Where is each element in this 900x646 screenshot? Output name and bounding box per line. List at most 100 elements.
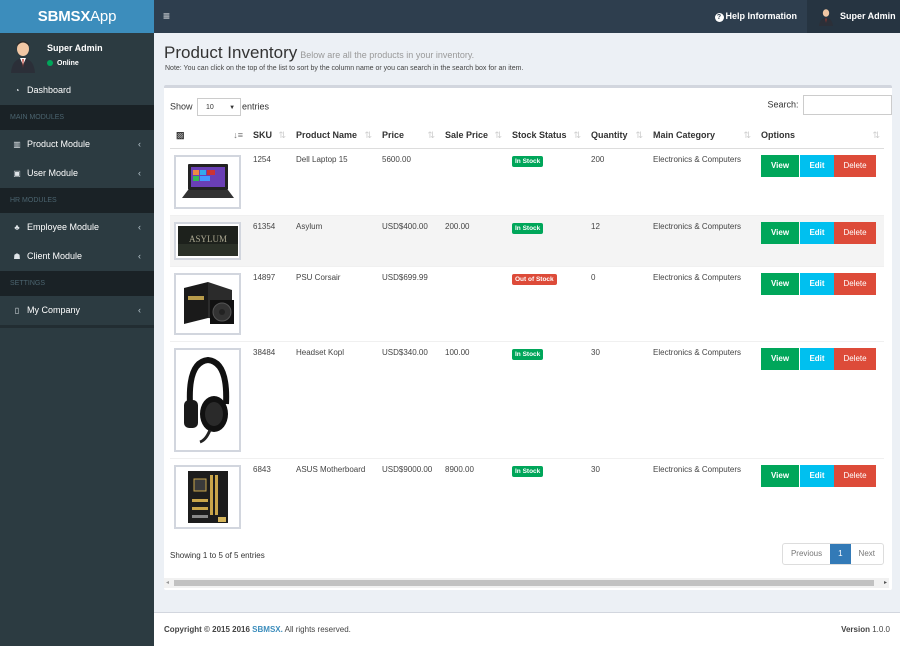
column-header-price[interactable]: Price ⇅ — [376, 123, 439, 149]
column-label: SKU — [253, 130, 273, 141]
edit-button[interactable]: Edit — [800, 272, 834, 295]
sort-icon: ⇅ — [427, 130, 435, 140]
scrollbar-thumb[interactable] — [174, 580, 874, 586]
view-button[interactable]: View — [761, 347, 799, 370]
view-button[interactable]: View — [761, 154, 799, 177]
quantity-cell: 12 — [585, 214, 647, 266]
product-image[interactable]: ASYLUM — [174, 221, 241, 260]
building-icon: ▯ — [14, 306, 20, 315]
edit-button[interactable]: Edit — [800, 464, 834, 487]
sidebar-toggle-icon[interactable]: ≡ — [163, 9, 173, 23]
top-navbar: ≡ ? Help Information Super Admin — [154, 0, 900, 33]
previous-page-button[interactable]: Previous — [783, 544, 830, 564]
menu-header-hr-modules: HR MODULES — [0, 188, 154, 213]
stock-status-badge: In Stock — [512, 155, 544, 167]
menu-header-settings: SETTINGS — [0, 271, 154, 296]
user-menu[interactable]: Super Admin — [807, 0, 900, 33]
stock-status-badge: Out of Stock — [512, 273, 557, 285]
product-image[interactable] — [174, 347, 241, 452]
edit-button[interactable]: Edit — [800, 221, 834, 244]
options-cell: View Edit Delete — [755, 340, 884, 458]
product-name-cell: ASUS Motherboard — [290, 457, 376, 535]
product-image-cell — [170, 457, 247, 535]
delete-button[interactable]: Delete — [834, 347, 876, 370]
dashboard-icon: ◔ — [14, 86, 20, 95]
column-label: Quantity — [591, 130, 628, 141]
price-cell: USD$400.00 — [376, 214, 439, 266]
price-cell: USD$9000.00 — [376, 457, 439, 535]
view-button[interactable]: View — [761, 272, 799, 295]
question-circle-icon: ? — [714, 13, 724, 22]
main-category-cell: Electronics & Computers — [647, 214, 755, 266]
app-logo[interactable]: SBMSXApp — [0, 0, 154, 33]
column-header-stock-status[interactable]: Stock Status ⇅ — [506, 123, 585, 149]
image-icon: ▨ — [176, 129, 185, 140]
column-header-product-name[interactable]: Product Name ⇅ — [290, 123, 376, 149]
pagination: Previous 1 Next — [781, 543, 884, 565]
stock-status-cell: In Stock — [506, 340, 585, 458]
sidebar-item-client-module[interactable]: ☗ Client Module ‹ — [0, 242, 154, 271]
sitemap-icon: ♣ — [14, 223, 20, 232]
table-row: 6843 ASUS Motherboard USD$9000.00 8900.00 In… — [170, 457, 884, 535]
main-category-cell: Electronics & Computers — [647, 147, 755, 215]
product-image-cell — [170, 147, 247, 215]
next-page-button[interactable]: Next — [851, 544, 883, 564]
page-note: Note: You can click on the top of the li… — [165, 65, 524, 72]
sidebar-item-my-company[interactable]: ▯ My Company ‹ — [0, 296, 154, 325]
sidebar-item-label: User Module — [27, 168, 79, 178]
horizontal-scrollbar[interactable]: ◂ ▸ — [164, 578, 889, 588]
price-cell: 5600.00 — [376, 147, 439, 215]
column-label: Price — [382, 130, 405, 141]
product-image-cell — [170, 265, 247, 341]
delete-button[interactable]: Delete — [834, 154, 876, 177]
table-info: Showing 1 to 5 of 5 entries — [170, 551, 265, 560]
sidebar-menu: ◔ Dashboard MAIN MODULES ▥ Product Module ‹… — [0, 76, 154, 325]
product-name-cell: Asylum — [290, 214, 376, 266]
product-name-cell: Dell Laptop 15 — [290, 147, 376, 215]
logo-bold-text: SBMSX — [37, 8, 91, 25]
view-button[interactable]: View — [761, 464, 799, 487]
product-image[interactable] — [174, 272, 241, 335]
user-status-text: Online — [57, 60, 79, 67]
stock-status-cell: In Stock — [506, 147, 585, 215]
sidebar-item-dashboard[interactable]: ◔ Dashboard — [0, 76, 154, 105]
product-image[interactable] — [174, 154, 241, 209]
delete-button[interactable]: Delete — [834, 272, 876, 295]
user-panel: Super Admin Online — [0, 33, 154, 76]
column-header-sale-price[interactable]: Sale Price ⇅ — [439, 123, 506, 149]
sidebar-item-user-module[interactable]: ▣ User Module ‹ — [0, 159, 154, 188]
product-image[interactable] — [174, 464, 241, 529]
chevron-left-icon: ‹ — [138, 168, 141, 178]
search-input[interactable] — [803, 95, 892, 115]
version-label: Version — [841, 625, 870, 634]
sort-icon: ⇅ — [743, 130, 751, 140]
sort-icon: ⇅ — [494, 130, 502, 140]
sidebar-item-employee-module[interactable]: ♣ Employee Module ‹ — [0, 213, 154, 242]
brand-link[interactable]: SBMSX. — [252, 625, 283, 634]
column-header-options[interactable]: Options ⇅ — [755, 123, 884, 149]
page-1-button[interactable]: 1 — [830, 544, 851, 564]
main-category-cell: Electronics & Computers — [647, 340, 755, 458]
scroll-left-arrow-icon[interactable]: ◂ — [166, 578, 169, 588]
entries-per-page-select[interactable]: 10 ▼ — [197, 98, 242, 116]
user-status: Online — [47, 60, 79, 67]
delete-button[interactable]: Delete — [834, 464, 876, 487]
column-header-image[interactable]: ▨ ↓≡ — [170, 123, 247, 149]
table-row: 1254 Dell Laptop 15 5600.00 In Stock 200 Elec… — [170, 147, 884, 215]
column-header-main-category[interactable]: Main Category ⇅ — [647, 123, 755, 149]
page-title: Product Inventory Below are all the produ… — [164, 43, 474, 63]
column-header-quantity[interactable]: Quantity ⇅ — [585, 123, 647, 149]
content-area: Product Inventory Below are all the produ… — [154, 33, 900, 613]
price-cell: USD$340.00 — [376, 340, 439, 458]
sidebar-item-product-module[interactable]: ▥ Product Module ‹ — [0, 130, 154, 159]
scroll-right-arrow-icon[interactable]: ▸ — [884, 578, 887, 588]
column-header-sku[interactable]: SKU ⇅ — [247, 123, 290, 149]
delete-button[interactable]: Delete — [834, 221, 876, 244]
sidebar-background — [0, 328, 154, 646]
quantity-cell: 30 — [585, 340, 647, 458]
edit-button[interactable]: Edit — [800, 154, 834, 177]
view-button[interactable]: View — [761, 221, 799, 244]
help-information-link[interactable]: ? Help Information — [714, 0, 797, 33]
table-row: ASYLUM 61354 Asylum USD$400.00 200.00 In Stoc… — [170, 214, 884, 266]
edit-button[interactable]: Edit — [800, 347, 834, 370]
